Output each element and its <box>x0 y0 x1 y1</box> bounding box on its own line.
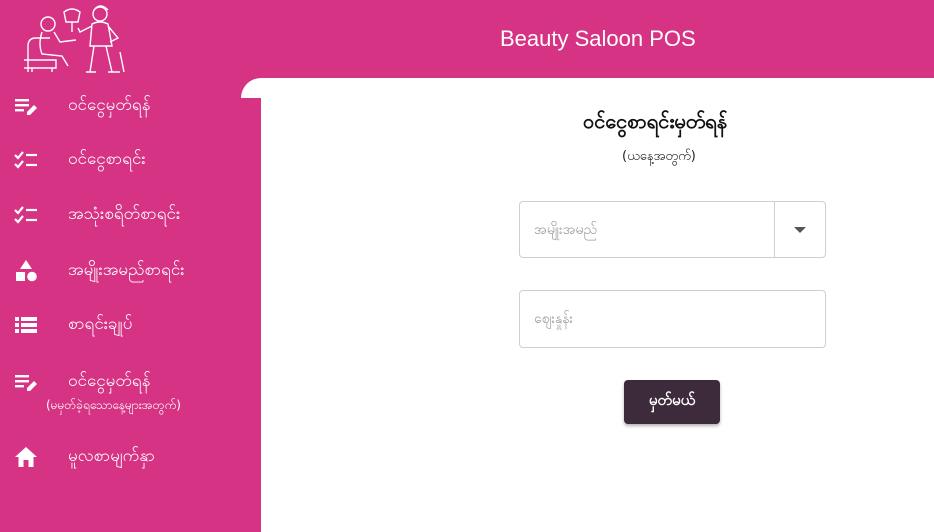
checklist-icon <box>12 148 40 172</box>
sidebar-item-missed-income-entry[interactable]: ဝင်ငွေမှတ်ရန် (မမှတ်ခဲ့ရသောနေ့များအတွက်) <box>0 362 261 420</box>
price-field[interactable] <box>519 290 826 348</box>
sidebar-item-label: အသုံးစရိတ်စာရင်း <box>68 204 181 224</box>
sidebar-item-income-entry[interactable]: ဝင်ငွေမှတ်ရန် <box>0 86 261 126</box>
category-input[interactable] <box>520 202 774 257</box>
salon-logo-icon <box>24 5 125 73</box>
sidebar-item-income-list[interactable]: ဝင်ငွေစာရင်း <box>0 140 261 180</box>
caret-down-icon <box>794 226 806 233</box>
form-title: ဝင်ငွေစာရင်းမှတ်ရန် <box>583 109 728 133</box>
sidebar-item-label: ဝင်ငွေမှတ်ရန် <box>68 371 151 391</box>
sidebar-item-summary[interactable]: စာရင်းချုပ် <box>0 305 261 345</box>
category-field[interactable] <box>519 201 775 258</box>
sidebar-item-sublabel: (မမှတ်ခဲ့ရသောနေ့များအတွက်) <box>46 398 181 412</box>
sidebar-item-category-list[interactable]: အမျိုးအမည်စာရင်း <box>0 251 261 291</box>
sidebar-item-expense-list[interactable]: အသုံးစရိတ်စာရင်း <box>0 195 261 235</box>
price-input[interactable] <box>520 291 825 347</box>
sidebar-item-home[interactable]: မူလစာမျက်နှာ <box>0 437 261 477</box>
list-icon <box>12 313 40 337</box>
sidebar-item-label: အမျိုးအမည်စာရင်း <box>68 260 185 280</box>
app-title: Beauty Saloon POS <box>500 26 696 51</box>
sidebar-item-label: ဝင်ငွေစာရင်း <box>68 149 146 169</box>
edit-note-icon <box>12 94 40 118</box>
checklist-icon <box>12 203 40 227</box>
app-header: Beauty Saloon POS <box>0 0 934 78</box>
sidebar-item-label: စာရင်းချုပ် <box>68 314 133 334</box>
form-subtitle: (ယနေ့အတွက်) <box>622 149 696 164</box>
save-button[interactable]: မှတ်မယ် <box>624 380 720 424</box>
sidebar-item-label: ဝင်ငွေမှတ်ရန် <box>68 95 151 115</box>
category-dropdown-button[interactable] <box>774 201 826 258</box>
edit-note-icon <box>12 370 40 394</box>
category-icon <box>12 259 40 283</box>
home-icon <box>12 445 40 469</box>
sidebar-item-label: မူလစာမျက်နှာ <box>68 446 156 466</box>
